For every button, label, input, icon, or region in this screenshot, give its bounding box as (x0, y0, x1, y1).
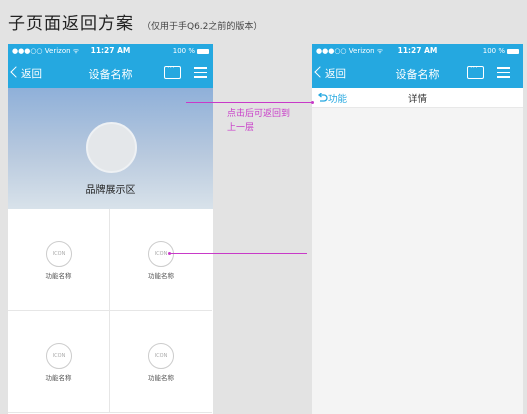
phone-main-page: ●●●○○ Verizon ᯤ 11:27 AM 100 % 返回 设备名称 品… (8, 44, 213, 414)
nav-bar: 返回 设备名称 (312, 58, 523, 88)
phone-detail-page: ●●●○○ Verizon ᯤ 11:27 AM 100 % 返回 设备名称 功… (312, 44, 523, 414)
function-label: 功能名称 (45, 272, 72, 280)
annotation-dot-top (311, 101, 314, 104)
annotation-line2: 上一层 (227, 123, 255, 133)
battery-label: 100 % (172, 47, 195, 55)
nav-title: 设备名称 (395, 68, 440, 81)
battery-icon (507, 48, 519, 54)
menu-icon[interactable] (497, 67, 510, 78)
detail-title: 详情 (407, 94, 427, 105)
battery-icon (197, 48, 209, 54)
status-bar: ●●●○○ Verizon ᯤ 11:27 AM 100 % (312, 44, 523, 58)
function-item[interactable]: ICON 功能名称 (110, 209, 212, 311)
function-label: 功能名称 (148, 272, 174, 280)
chat-icon[interactable] (467, 63, 484, 79)
function-icon: ICON (46, 343, 72, 369)
nav-bar: 返回 设备名称 (8, 58, 213, 88)
function-label: 功能名称 (45, 374, 72, 382)
function-item[interactable]: ICON 功能名称 (8, 209, 110, 311)
page-subtitle: （仅用于手Q6.2之前的版本） (142, 22, 263, 32)
annotation-line-top (186, 102, 312, 103)
page-title: 子页面返回方案 （仅用于手Q6.2之前的版本） (8, 9, 262, 34)
menu-icon[interactable] (194, 67, 207, 78)
battery-indicator: 100 % (483, 47, 519, 55)
function-label: 功能名称 (148, 374, 174, 382)
function-icon: ICON (148, 343, 174, 369)
function-grid: ICON 功能名称 ICON 功能名称 ICON 功能名称 ICON 功能名称 (8, 209, 213, 414)
battery-indicator: 100 % (173, 47, 209, 55)
sub-nav-bar: 功能 详情 (312, 88, 523, 108)
function-item[interactable]: ICON 功能名称 (110, 311, 212, 413)
annotation-dot-bottom (168, 252, 171, 255)
annotation-line-bottom (170, 253, 307, 254)
annotation-text: 点击后可返回到 上一层 (227, 107, 290, 135)
battery-label: 100 % (482, 47, 505, 55)
brand-logo-placeholder (86, 122, 137, 173)
brand-label: 品牌展示区 (85, 185, 136, 196)
status-bar: ●●●○○ Verizon ᯤ 11:27 AM 100 % (8, 44, 213, 58)
page-title-text: 子页面返回方案 (8, 14, 134, 34)
nav-title: 设备名称 (88, 68, 133, 81)
annotation-line1: 点击后可返回到 (227, 109, 291, 119)
function-item[interactable]: ICON 功能名称 (8, 311, 110, 413)
brand-area: 品牌展示区 (8, 88, 213, 209)
function-icon: ICON (46, 241, 72, 267)
chat-icon[interactable] (164, 63, 181, 79)
